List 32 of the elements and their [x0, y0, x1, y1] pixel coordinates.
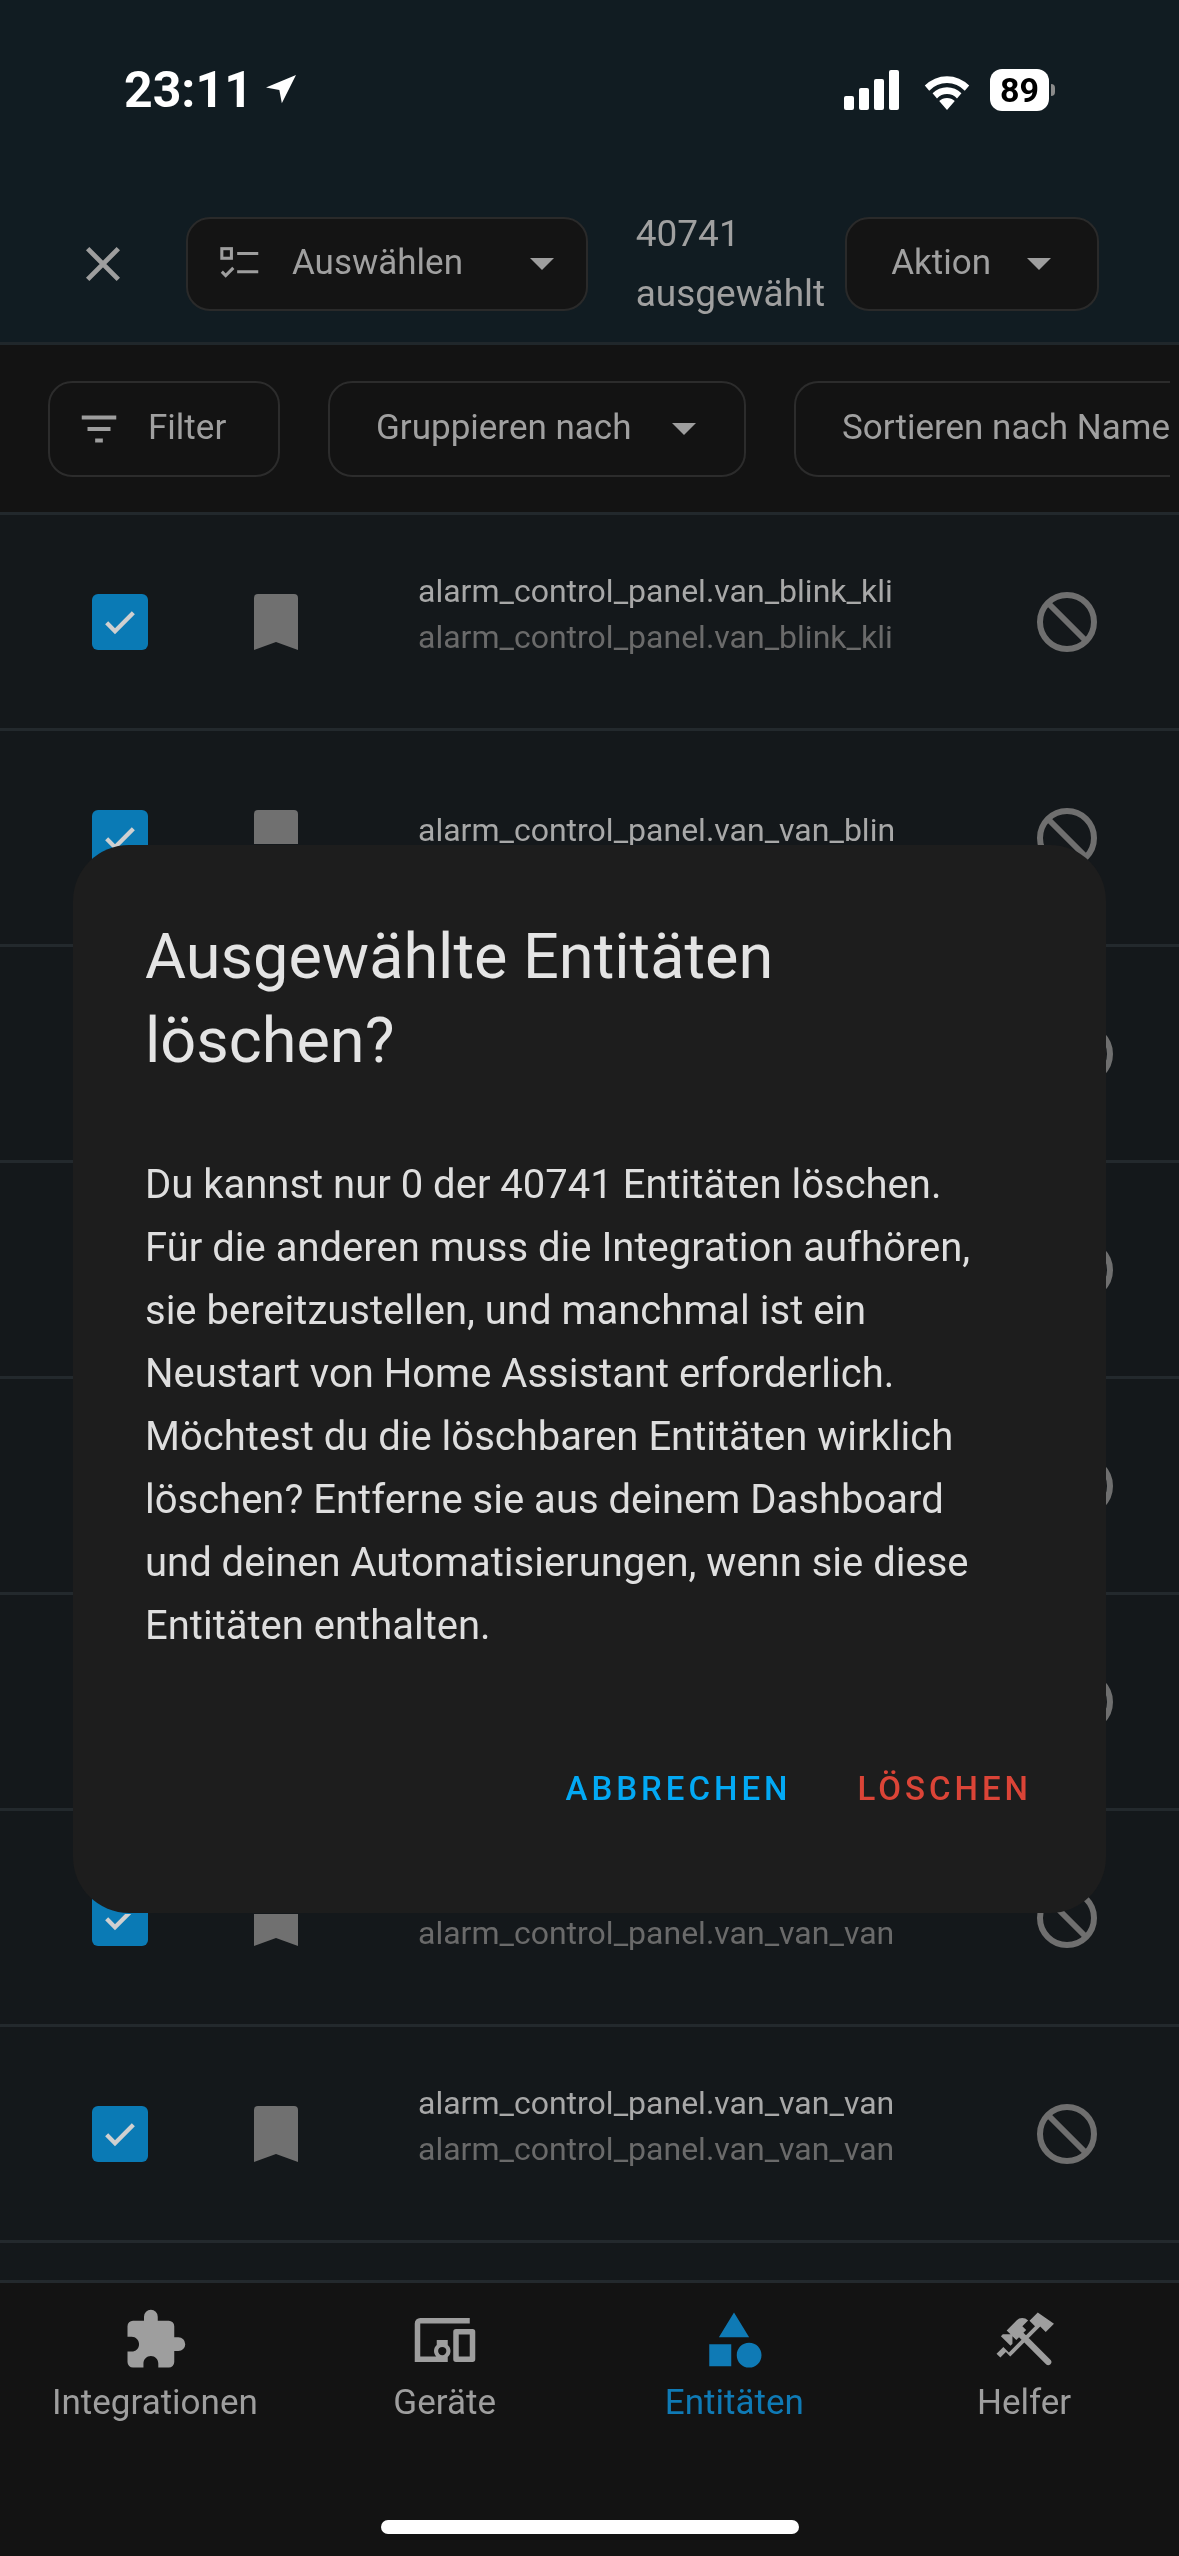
- bookmark-icon: [254, 809, 298, 844]
- row-checkbox[interactable]: [92, 593, 148, 650]
- filter-button[interactable]: Filter: [48, 380, 280, 477]
- nav-tab[interactable]: Helfer: [889, 2307, 1160, 2430]
- nav-tab[interactable]: Integrationen: [19, 2307, 290, 2430]
- bookmark-icon: [254, 593, 298, 650]
- entity-id: alarm_control_panel.van_van_van: [418, 2128, 896, 2170]
- status-time: 23:11: [124, 59, 253, 121]
- group-by-dropdown[interactable]: Gruppieren nach: [328, 380, 746, 477]
- sort-dropdown[interactable]: Sortieren nach Name: [794, 380, 1170, 477]
- caret-icon: [1025, 255, 1053, 272]
- caret-icon: [670, 420, 698, 437]
- row-checkbox[interactable]: [92, 2105, 148, 2162]
- nav-tab[interactable]: Geräte: [309, 2307, 580, 2430]
- dialog-message: Du kannst nur 0 der 40741 Entitäten löschen. Für die anderen muss die Integration aufhören, sie bereitzustellen, und manchmal ist ein Neustart von Home Assistant erforderlich. Möchtest du die löschbaren Entitäten wirklich löschen? Entferne sie aus deinem Dashboard und deinen Automatisierungen, wenn sie diese Entitäten enthalten.: [145, 1160, 972, 1651]
- entity-id: alarm_control_panel.van_van_van: [418, 1912, 896, 1954]
- ban-icon: [1036, 2102, 1098, 2165]
- cancel-button[interactable]: ABBRECHEN: [565, 1763, 792, 1813]
- entity-name: alarm_control_panel.van_blink_kli: [418, 570, 894, 612]
- select-dropdown[interactable]: Auswählen: [185, 216, 588, 311]
- entity-id: alarm_control_panel.van_blink_kli: [418, 616, 894, 658]
- delete-button[interactable]: LÖSCHEN: [857, 1763, 1032, 1813]
- dialog-title: Ausgewählte Entitäten löschen?: [145, 919, 775, 1079]
- bookmark-icon: [254, 2105, 298, 2162]
- selected-label: ausgewählt: [635, 270, 826, 317]
- nav-tab[interactable]: Entitäten: [599, 2307, 870, 2430]
- ban-icon: [1036, 590, 1098, 653]
- entity-name: alarm_control_panel.van_van_van: [418, 2082, 896, 2124]
- selected-count: 40741: [635, 210, 741, 257]
- action-dropdown[interactable]: Aktion: [845, 216, 1099, 311]
- entity-name: alarm_control_panel.van_van_blin: [418, 809, 897, 851]
- bookmark-icon: [254, 1913, 298, 1946]
